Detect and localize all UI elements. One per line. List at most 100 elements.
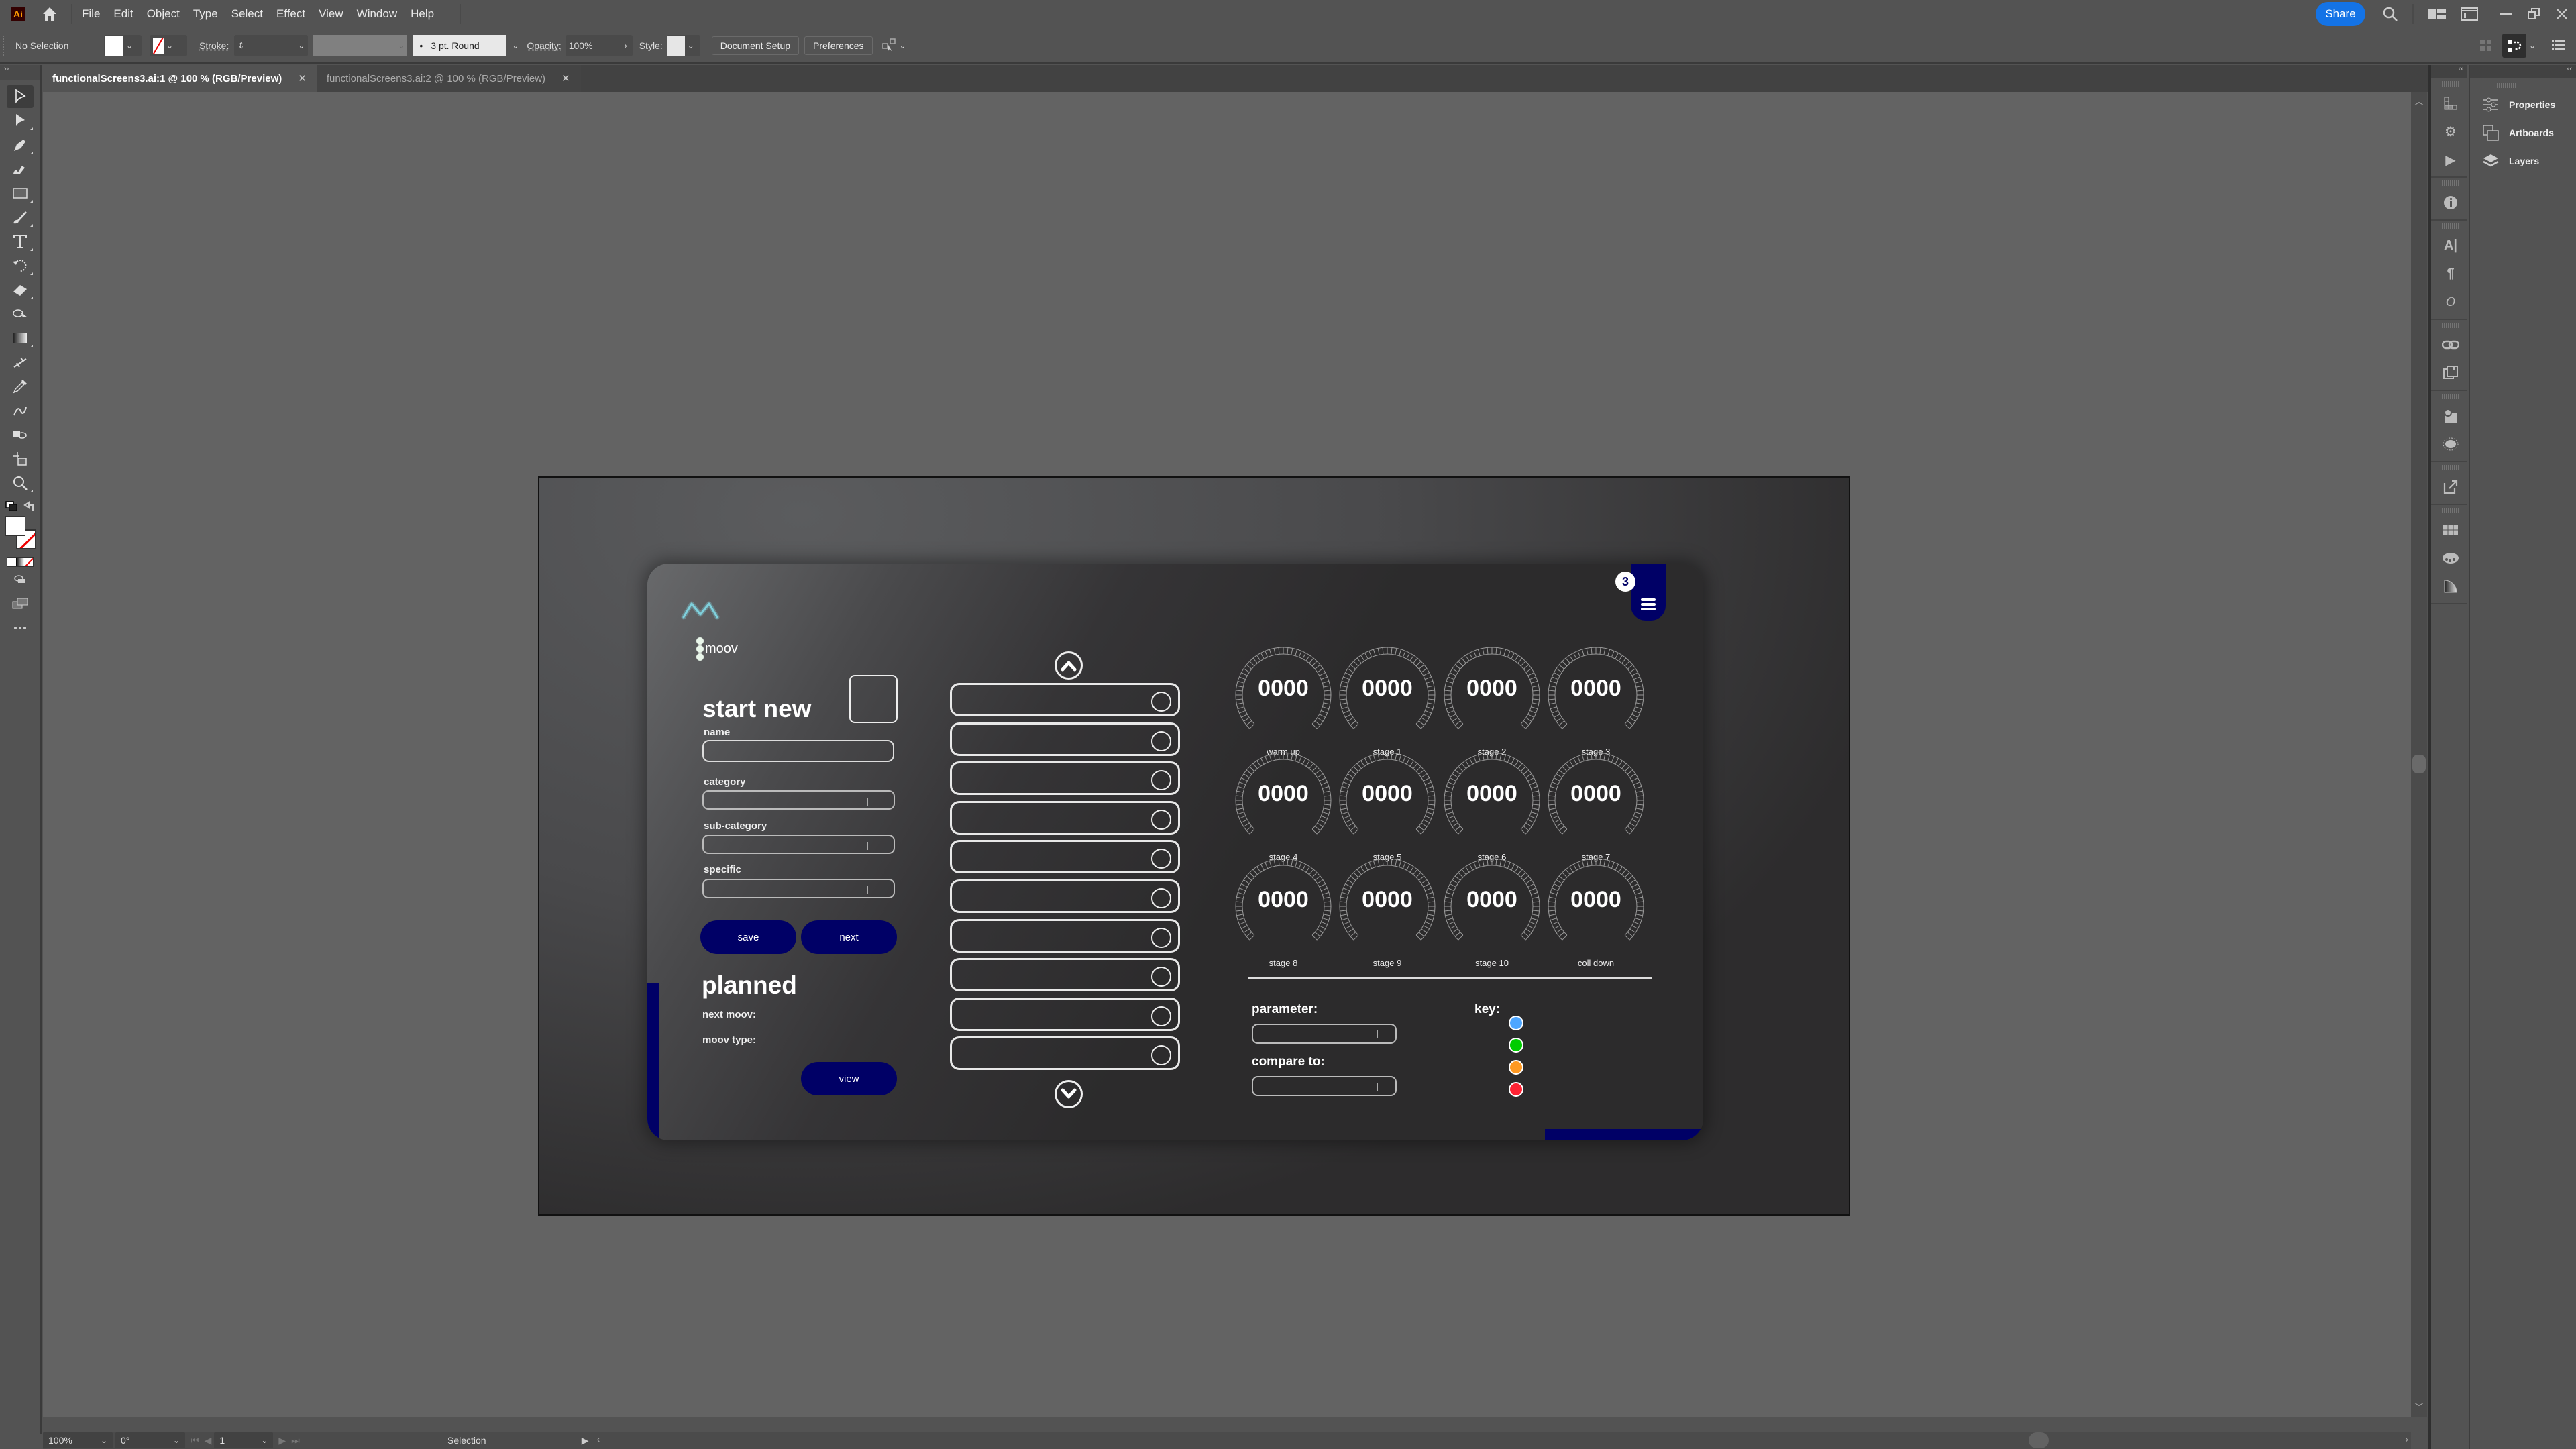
stroke-color-picker[interactable]: ⌄ (150, 35, 187, 56)
style-picker[interactable]: ⌄ (666, 35, 700, 56)
menu-select[interactable]: Select (231, 7, 263, 21)
paintbrush-tool-icon[interactable] (7, 206, 34, 229)
zoom-field[interactable]: 100% ⌄ (43, 1432, 113, 1448)
list-item[interactable] (950, 997, 1180, 1031)
rectangle-tool-icon[interactable] (7, 182, 34, 205)
play-action-icon[interactable]: ▶ (2431, 146, 2470, 174)
info-icon[interactable] (2431, 189, 2470, 217)
rotation-field[interactable]: 0° ⌄ (115, 1432, 185, 1448)
menu-edit[interactable]: Edit (113, 7, 133, 21)
grip-handle[interactable] (3, 36, 5, 56)
stroke-label[interactable]: Stroke: (199, 40, 229, 51)
search-icon[interactable] (2380, 4, 2400, 24)
parameter-select[interactable] (1252, 1024, 1397, 1044)
artboard-tool-icon[interactable] (7, 447, 34, 470)
more-tools-icon[interactable] (7, 616, 34, 639)
list-item[interactable] (950, 722, 1180, 756)
view-button[interactable]: view (801, 1062, 897, 1095)
direct-selection-tool-icon[interactable] (7, 109, 34, 132)
minimize-button[interactable] (2491, 4, 2520, 24)
color-mode-row[interactable] (7, 557, 34, 567)
specific-select[interactable] (702, 879, 895, 898)
libraries-icon[interactable] (2431, 89, 2470, 117)
stepper-icon[interactable]: ⇕ (235, 41, 247, 50)
opacity-label[interactable]: Opacity: (527, 40, 561, 51)
panel-properties[interactable]: Properties (2470, 91, 2576, 119)
swap-colors-icon[interactable] (23, 501, 35, 512)
save-button[interactable]: save (700, 920, 796, 954)
zoom-tool-icon[interactable] (7, 472, 34, 494)
character-icon[interactable]: A| (2431, 231, 2470, 260)
menu-tab[interactable] (1631, 564, 1666, 621)
appearance-icon[interactable] (2431, 430, 2470, 458)
menu-help[interactable]: Help (411, 7, 434, 21)
name-input[interactable] (702, 740, 894, 762)
home-icon[interactable] (40, 5, 59, 23)
list-item[interactable] (950, 1036, 1180, 1071)
list-item[interactable] (950, 800, 1180, 835)
selection-tool-icon[interactable] (7, 85, 34, 108)
scroll-down-button[interactable] (1055, 1080, 1083, 1108)
eraser-tool-icon[interactable] (7, 278, 34, 301)
app-mockup-card[interactable]: moov start new name category sub-categor… (647, 564, 1703, 1140)
first-artboard-icon[interactable]: ⏮ (191, 1435, 199, 1446)
scroll-up-arrow-icon[interactable]: ︿ (2411, 95, 2427, 108)
sub-category-select[interactable] (702, 835, 895, 854)
align-grid-icon[interactable] (2475, 35, 2497, 56)
scrollbar-thumb[interactable] (2028, 1432, 2049, 1448)
compare-to-select[interactable] (1252, 1076, 1397, 1096)
fill-swatch[interactable] (5, 516, 25, 536)
symbol-sprayer-tool-icon[interactable] (7, 423, 34, 446)
swatches-icon[interactable] (2431, 516, 2470, 544)
chevron-down-icon[interactable]: ⌄ (897, 41, 909, 50)
collapse-panels-icon[interactable]: ‹‹ (2470, 65, 2576, 78)
close-tab-icon[interactable]: ✕ (298, 72, 307, 85)
chevron-right-icon[interactable]: › (620, 41, 632, 50)
horizontal-scrollbar[interactable]: ‹ › (596, 1432, 2411, 1449)
scroll-up-button[interactable] (1055, 651, 1083, 680)
menu-view[interactable]: View (319, 7, 343, 21)
category-select[interactable] (702, 790, 895, 810)
current-tool-field[interactable]: Selection (363, 1435, 571, 1446)
chevron-down-icon[interactable]: ⌄ (168, 1436, 185, 1445)
image-placeholder[interactable] (849, 675, 898, 723)
stroke-weight-field[interactable]: ⇕ ⌄ (234, 35, 309, 56)
radio-button[interactable] (1151, 849, 1171, 869)
menu-type[interactable]: Type (193, 7, 218, 21)
links-icon[interactable] (2431, 331, 2470, 359)
opacity-field[interactable]: 100% › (565, 35, 633, 56)
list-item[interactable] (950, 840, 1180, 874)
list-item[interactable] (950, 918, 1180, 953)
default-colors-icon[interactable] (5, 501, 19, 512)
last-artboard-icon[interactable]: ⏭ (291, 1435, 300, 1446)
curvature-tool-icon[interactable] (7, 158, 34, 180)
pen-tool-icon[interactable] (7, 133, 34, 156)
tab-document-2[interactable]: functionalScreens3.ai:2 @ 100 % (RGB/Pre… (317, 65, 581, 92)
restore-button[interactable] (2520, 4, 2548, 24)
panel-layers[interactable]: Layers (2470, 147, 2576, 175)
radio-button[interactable] (1151, 967, 1171, 987)
next-artboard-icon[interactable]: ▶ (278, 1435, 286, 1446)
panel-artboards[interactable]: Artboards (2470, 119, 2576, 147)
arrange-documents-icon[interactable] (2459, 4, 2479, 24)
list-item[interactable] (950, 683, 1180, 716)
radio-button[interactable] (1151, 927, 1171, 948)
collapse-toolbar-icon[interactable]: ›› (0, 65, 40, 80)
close-window-button[interactable] (2548, 4, 2576, 24)
actions-gear-icon[interactable]: ⚙ (2431, 117, 2470, 146)
chevron-down-icon[interactable]: ⌄ (256, 1436, 273, 1445)
brush-definition[interactable]: • 3 pt. Round (413, 35, 507, 56)
fill-color-picker[interactable]: ⌄ (104, 35, 142, 56)
radio-button[interactable] (1151, 770, 1171, 791)
radio-button[interactable] (1151, 809, 1171, 830)
color-palette-icon[interactable] (2431, 544, 2470, 572)
radio-button[interactable] (1151, 1045, 1171, 1066)
scroll-left-icon[interactable]: ‹ (597, 1434, 600, 1444)
list-item[interactable] (950, 761, 1180, 796)
radio-button[interactable] (1151, 1006, 1171, 1026)
chevron-down-icon[interactable]: ⌄ (95, 1436, 113, 1445)
workspace-icon[interactable] (2427, 4, 2447, 24)
document-setup-button[interactable]: Document Setup (711, 36, 800, 55)
share-button[interactable]: Share (2316, 2, 2365, 26)
opentype-icon[interactable]: O (2431, 288, 2470, 316)
